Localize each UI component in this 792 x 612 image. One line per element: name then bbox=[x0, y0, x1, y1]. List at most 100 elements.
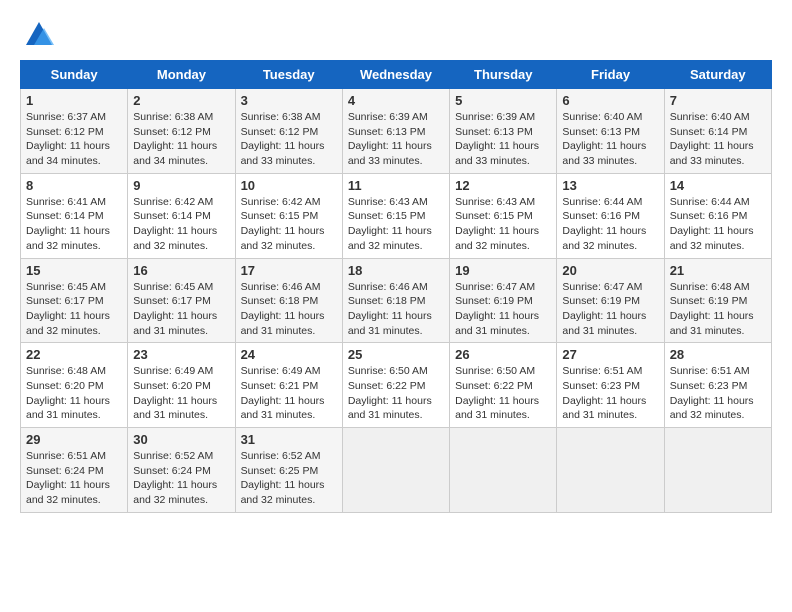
calendar-cell: 20 Sunrise: 6:47 AMSunset: 6:19 PMDaylig… bbox=[557, 258, 664, 343]
day-info: Sunrise: 6:40 AMSunset: 6:14 PMDaylight:… bbox=[670, 110, 766, 169]
calendar-cell: 25 Sunrise: 6:50 AMSunset: 6:22 PMDaylig… bbox=[342, 343, 449, 428]
calendar-cell: 27 Sunrise: 6:51 AMSunset: 6:23 PMDaylig… bbox=[557, 343, 664, 428]
calendar-cell: 19 Sunrise: 6:47 AMSunset: 6:19 PMDaylig… bbox=[450, 258, 557, 343]
day-number: 29 bbox=[26, 432, 122, 447]
calendar-week-4: 22 Sunrise: 6:48 AMSunset: 6:20 PMDaylig… bbox=[21, 343, 772, 428]
day-info: Sunrise: 6:50 AMSunset: 6:22 PMDaylight:… bbox=[455, 364, 551, 423]
calendar-week-3: 15 Sunrise: 6:45 AMSunset: 6:17 PMDaylig… bbox=[21, 258, 772, 343]
day-number: 4 bbox=[348, 93, 444, 108]
day-info: Sunrise: 6:46 AMSunset: 6:18 PMDaylight:… bbox=[241, 280, 337, 339]
calendar-cell: 24 Sunrise: 6:49 AMSunset: 6:21 PMDaylig… bbox=[235, 343, 342, 428]
calendar-week-5: 29 Sunrise: 6:51 AMSunset: 6:24 PMDaylig… bbox=[21, 428, 772, 513]
day-info: Sunrise: 6:47 AMSunset: 6:19 PMDaylight:… bbox=[455, 280, 551, 339]
calendar-cell: 3 Sunrise: 6:38 AMSunset: 6:12 PMDayligh… bbox=[235, 89, 342, 174]
header-wednesday: Wednesday bbox=[342, 61, 449, 89]
calendar-cell: 18 Sunrise: 6:46 AMSunset: 6:18 PMDaylig… bbox=[342, 258, 449, 343]
header-friday: Friday bbox=[557, 61, 664, 89]
day-number: 22 bbox=[26, 347, 122, 362]
calendar-cell: 21 Sunrise: 6:48 AMSunset: 6:19 PMDaylig… bbox=[664, 258, 771, 343]
day-number: 25 bbox=[348, 347, 444, 362]
day-info: Sunrise: 6:39 AMSunset: 6:13 PMDaylight:… bbox=[348, 110, 444, 169]
day-number: 1 bbox=[26, 93, 122, 108]
day-number: 5 bbox=[455, 93, 551, 108]
calendar-cell: 17 Sunrise: 6:46 AMSunset: 6:18 PMDaylig… bbox=[235, 258, 342, 343]
day-number: 18 bbox=[348, 263, 444, 278]
day-info: Sunrise: 6:45 AMSunset: 6:17 PMDaylight:… bbox=[26, 280, 122, 339]
day-number: 20 bbox=[562, 263, 658, 278]
day-number: 27 bbox=[562, 347, 658, 362]
day-info: Sunrise: 6:44 AMSunset: 6:16 PMDaylight:… bbox=[562, 195, 658, 254]
day-number: 16 bbox=[133, 263, 229, 278]
calendar-cell: 9 Sunrise: 6:42 AMSunset: 6:14 PMDayligh… bbox=[128, 173, 235, 258]
day-number: 12 bbox=[455, 178, 551, 193]
header-thursday: Thursday bbox=[450, 61, 557, 89]
day-number: 26 bbox=[455, 347, 551, 362]
calendar-cell: 29 Sunrise: 6:51 AMSunset: 6:24 PMDaylig… bbox=[21, 428, 128, 513]
day-info: Sunrise: 6:38 AMSunset: 6:12 PMDaylight:… bbox=[133, 110, 229, 169]
day-number: 10 bbox=[241, 178, 337, 193]
day-info: Sunrise: 6:50 AMSunset: 6:22 PMDaylight:… bbox=[348, 364, 444, 423]
day-info: Sunrise: 6:41 AMSunset: 6:14 PMDaylight:… bbox=[26, 195, 122, 254]
calendar-cell: 4 Sunrise: 6:39 AMSunset: 6:13 PMDayligh… bbox=[342, 89, 449, 174]
calendar-cell bbox=[557, 428, 664, 513]
calendar-cell: 31 Sunrise: 6:52 AMSunset: 6:25 PMDaylig… bbox=[235, 428, 342, 513]
calendar-cell: 11 Sunrise: 6:43 AMSunset: 6:15 PMDaylig… bbox=[342, 173, 449, 258]
calendar-table: SundayMondayTuesdayWednesdayThursdayFrid… bbox=[20, 60, 772, 513]
day-info: Sunrise: 6:52 AMSunset: 6:25 PMDaylight:… bbox=[241, 449, 337, 508]
day-info: Sunrise: 6:49 AMSunset: 6:20 PMDaylight:… bbox=[133, 364, 229, 423]
header-monday: Monday bbox=[128, 61, 235, 89]
day-number: 19 bbox=[455, 263, 551, 278]
day-number: 3 bbox=[241, 93, 337, 108]
day-info: Sunrise: 6:40 AMSunset: 6:13 PMDaylight:… bbox=[562, 110, 658, 169]
day-info: Sunrise: 6:47 AMSunset: 6:19 PMDaylight:… bbox=[562, 280, 658, 339]
calendar-cell: 6 Sunrise: 6:40 AMSunset: 6:13 PMDayligh… bbox=[557, 89, 664, 174]
calendar-cell: 13 Sunrise: 6:44 AMSunset: 6:16 PMDaylig… bbox=[557, 173, 664, 258]
header-sunday: Sunday bbox=[21, 61, 128, 89]
calendar-cell: 2 Sunrise: 6:38 AMSunset: 6:12 PMDayligh… bbox=[128, 89, 235, 174]
day-number: 2 bbox=[133, 93, 229, 108]
day-number: 8 bbox=[26, 178, 122, 193]
day-info: Sunrise: 6:52 AMSunset: 6:24 PMDaylight:… bbox=[133, 449, 229, 508]
day-info: Sunrise: 6:44 AMSunset: 6:16 PMDaylight:… bbox=[670, 195, 766, 254]
calendar-week-1: 1 Sunrise: 6:37 AMSunset: 6:12 PMDayligh… bbox=[21, 89, 772, 174]
day-number: 31 bbox=[241, 432, 337, 447]
calendar-cell: 15 Sunrise: 6:45 AMSunset: 6:17 PMDaylig… bbox=[21, 258, 128, 343]
day-info: Sunrise: 6:38 AMSunset: 6:12 PMDaylight:… bbox=[241, 110, 337, 169]
day-info: Sunrise: 6:42 AMSunset: 6:15 PMDaylight:… bbox=[241, 195, 337, 254]
calendar-cell: 8 Sunrise: 6:41 AMSunset: 6:14 PMDayligh… bbox=[21, 173, 128, 258]
day-number: 14 bbox=[670, 178, 766, 193]
day-info: Sunrise: 6:43 AMSunset: 6:15 PMDaylight:… bbox=[455, 195, 551, 254]
calendar-cell: 10 Sunrise: 6:42 AMSunset: 6:15 PMDaylig… bbox=[235, 173, 342, 258]
calendar-cell bbox=[342, 428, 449, 513]
day-info: Sunrise: 6:42 AMSunset: 6:14 PMDaylight:… bbox=[133, 195, 229, 254]
calendar-week-2: 8 Sunrise: 6:41 AMSunset: 6:14 PMDayligh… bbox=[21, 173, 772, 258]
day-info: Sunrise: 6:51 AMSunset: 6:23 PMDaylight:… bbox=[670, 364, 766, 423]
day-info: Sunrise: 6:43 AMSunset: 6:15 PMDaylight:… bbox=[348, 195, 444, 254]
page-header bbox=[20, 20, 772, 50]
day-info: Sunrise: 6:48 AMSunset: 6:19 PMDaylight:… bbox=[670, 280, 766, 339]
header-row: SundayMondayTuesdayWednesdayThursdayFrid… bbox=[21, 61, 772, 89]
calendar-cell bbox=[450, 428, 557, 513]
calendar-header: SundayMondayTuesdayWednesdayThursdayFrid… bbox=[21, 61, 772, 89]
logo-icon bbox=[24, 20, 54, 50]
header-saturday: Saturday bbox=[664, 61, 771, 89]
calendar-cell: 14 Sunrise: 6:44 AMSunset: 6:16 PMDaylig… bbox=[664, 173, 771, 258]
day-number: 23 bbox=[133, 347, 229, 362]
calendar-cell: 28 Sunrise: 6:51 AMSunset: 6:23 PMDaylig… bbox=[664, 343, 771, 428]
calendar-cell: 12 Sunrise: 6:43 AMSunset: 6:15 PMDaylig… bbox=[450, 173, 557, 258]
day-number: 7 bbox=[670, 93, 766, 108]
day-info: Sunrise: 6:45 AMSunset: 6:17 PMDaylight:… bbox=[133, 280, 229, 339]
day-number: 15 bbox=[26, 263, 122, 278]
calendar-cell: 16 Sunrise: 6:45 AMSunset: 6:17 PMDaylig… bbox=[128, 258, 235, 343]
calendar-cell: 22 Sunrise: 6:48 AMSunset: 6:20 PMDaylig… bbox=[21, 343, 128, 428]
day-number: 11 bbox=[348, 178, 444, 193]
calendar-body: 1 Sunrise: 6:37 AMSunset: 6:12 PMDayligh… bbox=[21, 89, 772, 513]
day-number: 17 bbox=[241, 263, 337, 278]
calendar-cell: 26 Sunrise: 6:50 AMSunset: 6:22 PMDaylig… bbox=[450, 343, 557, 428]
day-info: Sunrise: 6:39 AMSunset: 6:13 PMDaylight:… bbox=[455, 110, 551, 169]
calendar-cell: 5 Sunrise: 6:39 AMSunset: 6:13 PMDayligh… bbox=[450, 89, 557, 174]
calendar-cell: 7 Sunrise: 6:40 AMSunset: 6:14 PMDayligh… bbox=[664, 89, 771, 174]
header-tuesday: Tuesday bbox=[235, 61, 342, 89]
day-info: Sunrise: 6:37 AMSunset: 6:12 PMDaylight:… bbox=[26, 110, 122, 169]
day-number: 21 bbox=[670, 263, 766, 278]
